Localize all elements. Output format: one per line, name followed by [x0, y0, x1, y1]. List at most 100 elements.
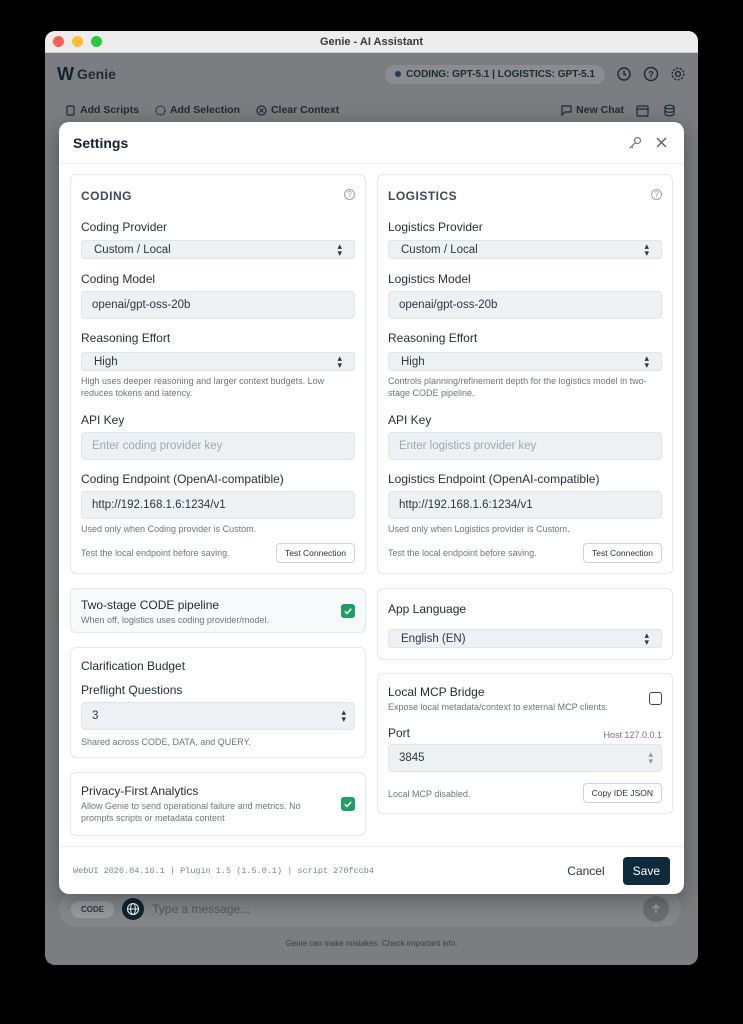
window-title: Genie - AI Assistant: [319, 35, 424, 48]
privacy-subtitle: Allow Genie to send operational failure …: [81, 801, 301, 823]
cancel-button[interactable]: Cancel: [555, 858, 616, 884]
coding-provider-select[interactable]: Custom / Local ▴ ▾: [81, 240, 355, 259]
add-selection-button[interactable]: Add Selection: [155, 104, 240, 116]
message-input[interactable]: Type a message...: [152, 902, 635, 916]
brand: W Genie: [57, 64, 116, 85]
coding-model-field[interactable]: openai/gpt-oss-20b: [81, 291, 355, 319]
language-select[interactable]: English (EN) ▴ ▾: [388, 629, 662, 648]
arrow-up-icon: [652, 904, 660, 913]
maximize-window-button[interactable]: [91, 36, 102, 47]
select-chevron-icon: ▴ ▾: [644, 352, 649, 370]
logistics-help-icon[interactable]: ?: [651, 189, 662, 200]
coding-provider-label: Coding Provider: [81, 220, 168, 234]
mcp-checkbox[interactable]: [649, 692, 662, 705]
mcp-host-label: Host 127.0.0.1: [603, 730, 662, 740]
calendar-icon[interactable]: [634, 102, 651, 119]
coding-endpoint-field[interactable]: http://192.168.1.6:1234/v1: [81, 491, 355, 519]
database-icon[interactable]: [661, 102, 678, 119]
close-window-button[interactable]: [53, 36, 64, 47]
coding-reasoning-value: High: [94, 355, 118, 368]
help-icon[interactable]: ?: [642, 66, 659, 83]
settings-header-actions: [626, 134, 670, 151]
select-chevron-icon: ▴ ▾: [644, 629, 649, 647]
settings-header: Settings: [59, 122, 684, 164]
save-button[interactable]: Save: [622, 856, 670, 885]
mcp-port-field[interactable]: 3845 ▴ ▾: [388, 744, 662, 772]
preflight-questions-value: 3: [92, 710, 99, 722]
logistics-endpoint-field[interactable]: http://192.168.1.6:1234/v1: [388, 491, 662, 519]
logistics-endpoint-label: Logistics Endpoint (OpenAI-compatible): [388, 472, 600, 486]
coding-test-connection-button[interactable]: Test Connection: [276, 543, 355, 563]
mcp-card: Local MCP Bridge Expose local metadata/c…: [377, 673, 673, 814]
logistics-reasoning-hint: Controls planning/refinement depth for t…: [388, 376, 647, 398]
add-scripts-button[interactable]: Add Scripts: [65, 104, 139, 116]
privacy-card[interactable]: Privacy-First Analytics Allow Genie to s…: [70, 772, 366, 836]
preflight-questions-field[interactable]: 3 ▴ ▾: [81, 702, 355, 730]
history-icon[interactable]: [615, 66, 632, 83]
settings-title: Settings: [73, 134, 129, 151]
logistics-test-connection-button[interactable]: Test Connection: [583, 543, 662, 563]
new-chat-button[interactable]: New Chat: [561, 104, 624, 116]
coding-reasoning-select[interactable]: High ▴ ▾: [81, 352, 355, 371]
brand-name: Genie: [77, 66, 116, 82]
coding-provider-value: Custom / Local: [94, 243, 171, 256]
coding-heading: CODING: [81, 189, 132, 203]
logistics-reasoning-select[interactable]: High ▴ ▾: [388, 352, 662, 371]
clarification-card: Clarification Budget Preflight Questions…: [70, 647, 366, 758]
select-chevron-icon: ▴ ▾: [337, 240, 342, 258]
language-card: App Language English (EN) ▴ ▾: [377, 588, 673, 660]
clear-icon: [256, 104, 267, 116]
logistics-api-key-label: API Key: [388, 413, 432, 427]
model-status-badge[interactable]: CODING: GPT-5.1 | LOGISTICS: GPT-5.1: [385, 64, 605, 84]
coding-model-label: Coding Model: [81, 272, 156, 286]
logistics-provider-label: Logistics Provider: [388, 220, 483, 234]
close-icon[interactable]: [653, 134, 670, 151]
logistics-heading: LOGISTICS: [388, 189, 458, 203]
logistics-api-key-field[interactable]: Enter logistics provider key: [388, 432, 662, 460]
header-actions: ?: [615, 66, 686, 83]
gear-icon[interactable]: [669, 66, 686, 83]
logistics-provider-value: Custom / Local: [401, 243, 478, 256]
mcp-port-value: 3845: [399, 752, 425, 764]
logistics-reasoning-label: Reasoning Effort: [388, 331, 478, 345]
settings-dialog: Settings CODING ? Coding Provider Custom…: [59, 122, 684, 894]
stepper-icon[interactable]: ▴ ▾: [341, 708, 346, 724]
logistics-model-label: Logistics Model: [388, 272, 471, 286]
preflight-questions-label: Preflight Questions: [81, 683, 183, 697]
selection-icon: [155, 104, 166, 116]
globe-icon[interactable]: [122, 898, 145, 920]
coding-api-key-field[interactable]: Enter coding provider key: [81, 432, 355, 460]
coding-endpoint-label: Coding Endpoint (OpenAI-compatible): [81, 472, 284, 486]
copy-ide-json-button[interactable]: Copy IDE JSON: [582, 783, 662, 803]
app-header: W Genie CODING: GPT-5.1 | LOGISTICS: GPT…: [45, 53, 698, 95]
key-icon[interactable]: [626, 134, 643, 151]
window-controls: [53, 36, 102, 47]
chat-icon: [561, 104, 572, 116]
status-dot-icon: [395, 71, 402, 77]
clarification-hint: Shared across CODE, DATA, and QUERY.: [81, 737, 251, 747]
pipeline-toggle-card[interactable]: Two-stage CODE pipeline When off, logist…: [70, 588, 366, 633]
minimize-window-button[interactable]: [72, 36, 83, 47]
model-status-text: CODING: GPT-5.1 | LOGISTICS: GPT-5.1: [406, 68, 595, 80]
privacy-checkbox[interactable]: [341, 797, 355, 811]
coding-endpoint-hint: Used only when Coding provider is Custom…: [81, 524, 257, 534]
add-selection-label: Add Selection: [169, 104, 240, 116]
coding-help-icon[interactable]: ?: [344, 189, 355, 200]
mcp-title: Local MCP Bridge: [388, 685, 485, 699]
privacy-title: Privacy-First Analytics: [81, 784, 199, 798]
check-icon: [344, 801, 352, 808]
pipeline-checkbox[interactable]: [341, 604, 355, 618]
pipeline-subtitle: When off, logistics uses coding provider…: [81, 615, 269, 625]
clear-context-button[interactable]: Clear Context: [256, 104, 339, 116]
logistics-provider-select[interactable]: Custom / Local ▴ ▾: [388, 240, 662, 259]
settings-footer: WebUI 2026.04.16.1 | Plugin 1.5 (1.5.0.1…: [59, 846, 684, 894]
language-title: App Language: [388, 602, 467, 616]
logistics-model-field[interactable]: openai/gpt-oss-20b: [388, 291, 662, 319]
select-chevron-icon: ▴ ▾: [337, 352, 342, 370]
mode-chip[interactable]: CODE: [71, 900, 115, 918]
add-scripts-label: Add Scripts: [80, 104, 139, 116]
coding-section: CODING ? Coding Provider Custom / Local …: [70, 174, 366, 574]
stepper-icon[interactable]: ▴ ▾: [648, 750, 653, 766]
coding-reasoning-hint: High uses deeper reasoning and larger co…: [81, 376, 325, 398]
send-button[interactable]: [643, 896, 669, 922]
